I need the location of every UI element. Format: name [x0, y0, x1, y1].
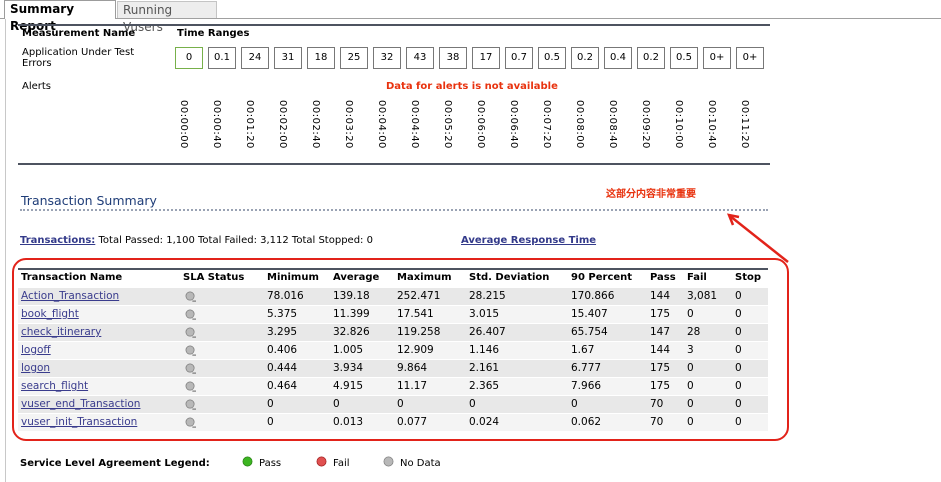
- annotation-highlight-box: [12, 258, 789, 441]
- fail-icon: [316, 456, 327, 467]
- sla-legend-title: Service Level Agreement Legend:: [20, 458, 210, 469]
- legend-no-data-label: No Data: [400, 458, 441, 469]
- legend-pass-label: Pass: [259, 458, 282, 469]
- no-data-icon: [383, 456, 394, 467]
- legend-fail-label: Fail: [333, 458, 350, 469]
- pass-icon: [242, 456, 253, 467]
